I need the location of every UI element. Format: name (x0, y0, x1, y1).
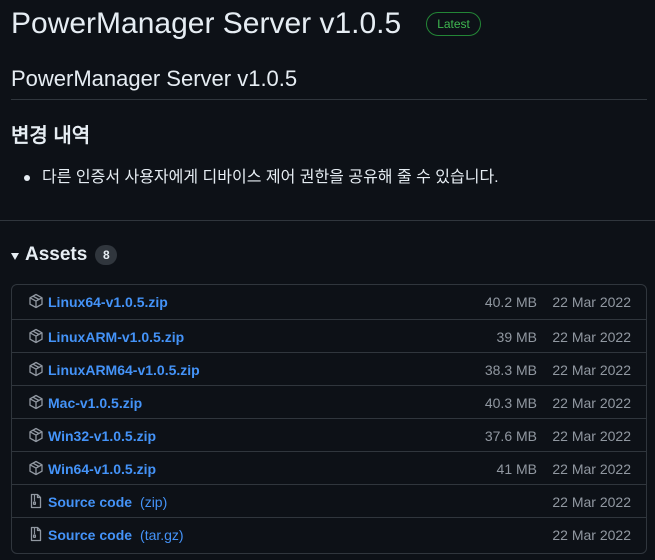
package-icon (28, 394, 44, 410)
asset-row: Source code (tar.gz) 22 Mar 2022 (12, 517, 646, 550)
asset-date: 22 Mar 2022 (552, 494, 631, 510)
asset-link[interactable]: LinuxARM-v1.0.5.zip (48, 328, 184, 346)
release-title[interactable]: PowerManager Server v1.0.5 (11, 4, 401, 44)
asset-link[interactable]: Source code (tar.gz) (48, 526, 184, 544)
bullet-icon (24, 175, 30, 181)
package-icon (28, 427, 44, 443)
asset-size: 41 MB (496, 461, 537, 477)
asset-name: Source code (48, 527, 133, 543)
package-icon (28, 361, 44, 377)
asset-date: 22 Mar 2022 (552, 428, 631, 444)
package-icon (28, 293, 44, 309)
package-icon (28, 460, 44, 476)
asset-date: 22 Mar 2022 (552, 294, 631, 310)
asset-date: 22 Mar 2022 (552, 461, 631, 477)
asset-link[interactable]: LinuxARM64-v1.0.5.zip (48, 361, 200, 379)
latest-badge: Latest (426, 12, 481, 36)
file-zip-icon (28, 526, 44, 542)
asset-name: LinuxARM64-v1.0.5.zip (48, 362, 200, 378)
asset-size: 40.3 MB (484, 395, 537, 411)
asset-link[interactable]: Win64-v1.0.5.zip (48, 460, 156, 478)
asset-format: (tar.gz) (140, 527, 184, 543)
asset-row: Linux64-v1.0.5.zip 40.2 MB 22 Mar 2022 (12, 285, 646, 319)
asset-row: Win64-v1.0.5.zip 41 MB 22 Mar 2022 (12, 451, 646, 484)
asset-name: Win64-v1.0.5.zip (48, 461, 157, 477)
caret-down-icon (11, 252, 19, 260)
changes-heading: 변경 내역 (11, 125, 91, 147)
asset-row: Win32-v1.0.5.zip 37.6 MB 22 Mar 2022 (12, 418, 646, 451)
package-icon (28, 328, 44, 344)
asset-date: 22 Mar 2022 (552, 362, 631, 378)
assets-toggle[interactable]: Assets 8 (11, 242, 118, 268)
asset-date: 22 Mar 2022 (552, 395, 631, 411)
asset-size: 40.2 MB (484, 294, 537, 310)
asset-format: (zip) (140, 494, 168, 510)
asset-link[interactable]: Win32-v1.0.5.zip (48, 427, 156, 445)
asset-name: Linux64-v1.0.5.zip (48, 294, 168, 310)
asset-row: LinuxARM-v1.0.5.zip 39 MB 22 Mar 2022 (12, 319, 646, 352)
changes-list: 다른 인증서 사용자에게 디바이스 제어 권한을 공유해 줄 수 있습니다. (21, 166, 499, 190)
release-header: PowerManager Server v1.0.5 Latest (11, 4, 481, 44)
asset-size: 37.6 MB (484, 428, 537, 444)
asset-date: 22 Mar 2022 (552, 527, 631, 543)
asset-row: LinuxARM64-v1.0.5.zip 38.3 MB 22 Mar 2022 (12, 352, 646, 385)
release-page: PowerManager Server v1.0.5 Latest PowerM… (0, 0, 655, 560)
assets-count-badge: 8 (95, 245, 118, 265)
list-item: 다른 인증서 사용자에게 디바이스 제어 권한을 공유해 줄 수 있습니다. (21, 166, 499, 190)
divider (11, 99, 647, 100)
asset-date: 22 Mar 2022 (552, 329, 631, 345)
asset-name: Win32-v1.0.5.zip (48, 428, 157, 444)
asset-row: Source code (zip) 22 Mar 2022 (12, 484, 646, 517)
release-notes-title: PowerManager Server v1.0.5 (11, 66, 298, 91)
section-divider (0, 220, 655, 221)
asset-name: Mac-v1.0.5.zip (48, 395, 143, 411)
assets-list: Linux64-v1.0.5.zip 40.2 MB 22 Mar 2022 Linu… (11, 284, 647, 554)
asset-name: LinuxARM-v1.0.5.zip (48, 329, 185, 345)
file-zip-icon (28, 493, 44, 509)
asset-row: Mac-v1.0.5.zip 40.3 MB 22 Mar 2022 (12, 385, 646, 418)
asset-size: 39 MB (496, 329, 537, 345)
asset-name: Source code (48, 494, 133, 510)
asset-link[interactable]: Mac-v1.0.5.zip (48, 394, 142, 412)
asset-link[interactable]: Linux64-v1.0.5.zip (48, 293, 168, 311)
asset-size: 38.3 MB (484, 362, 537, 378)
change-text: 다른 인증서 사용자에게 디바이스 제어 권한을 공유해 줄 수 있습니다. (42, 169, 499, 186)
assets-label: Assets (25, 244, 88, 265)
asset-link[interactable]: Source code (zip) (48, 493, 167, 511)
